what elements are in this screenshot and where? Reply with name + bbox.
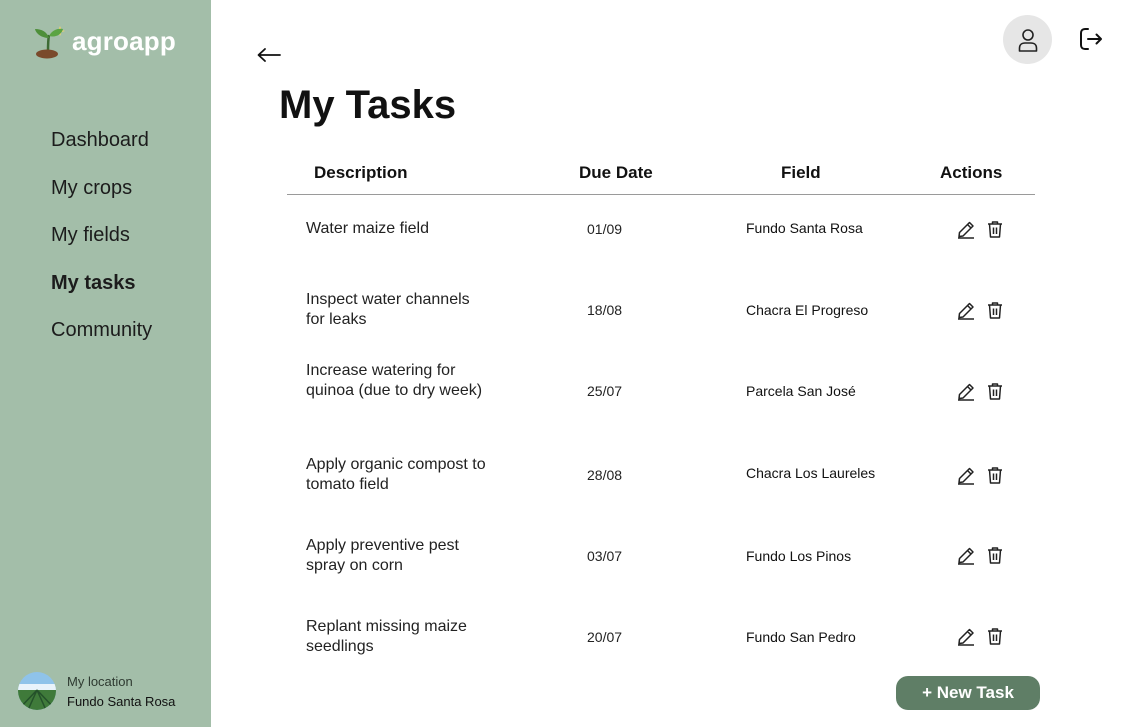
sidebar-item-community[interactable]: Community bbox=[51, 316, 152, 364]
pencil-icon bbox=[957, 467, 974, 485]
row-actions bbox=[955, 626, 1005, 647]
sidebar-item-my-crops[interactable]: My crops bbox=[51, 174, 152, 222]
task-due-date: 25/07 bbox=[587, 383, 623, 399]
page-title: My Tasks bbox=[279, 83, 457, 127]
edit-button[interactable] bbox=[955, 381, 976, 402]
edit-button[interactable] bbox=[955, 465, 976, 486]
delete-button[interactable] bbox=[984, 381, 1005, 402]
location-value: Fundo Santa Rosa bbox=[67, 693, 176, 709]
row-actions bbox=[955, 219, 1005, 240]
sidebar-item-my-fields[interactable]: My fields bbox=[51, 221, 152, 269]
sidebar: agroapp Dashboard My crops My fields My … bbox=[0, 0, 211, 727]
pencil-icon bbox=[957, 628, 974, 646]
task-due-date: 20/07 bbox=[587, 629, 623, 645]
sidebar-nav: Dashboard My crops My fields My tasks Co… bbox=[51, 126, 152, 364]
logout-button[interactable] bbox=[1077, 25, 1105, 53]
sidebar-item-my-tasks[interactable]: My tasks bbox=[51, 269, 152, 317]
task-due-date: 18/08 bbox=[587, 302, 623, 318]
row-actions bbox=[955, 381, 1005, 402]
trash-icon bbox=[987, 301, 1002, 319]
task-description: Water maize field bbox=[306, 220, 429, 237]
edit-button[interactable] bbox=[955, 626, 976, 647]
task-due-date: 03/07 bbox=[587, 548, 623, 564]
task-due-date: 01/09 bbox=[587, 221, 623, 237]
task-description: Apply preventive pest spray on corn bbox=[306, 537, 459, 574]
sprout-icon bbox=[35, 26, 65, 59]
task-due-date: 28/08 bbox=[587, 467, 623, 483]
main-content: My Tasks Description Due Date Field Acti… bbox=[211, 0, 1125, 727]
new-task-button[interactable]: + New Task bbox=[896, 676, 1040, 710]
task-description: Increase watering for quinoa (due to dry… bbox=[306, 362, 483, 399]
task-field: Chacra El Progreso bbox=[746, 302, 869, 318]
task-field: Chacra Los Laureles bbox=[746, 465, 876, 481]
pencil-icon bbox=[957, 221, 974, 239]
task-field: Fundo Los Pinos bbox=[746, 548, 852, 564]
delete-button[interactable] bbox=[984, 300, 1005, 321]
trash-icon bbox=[987, 627, 1002, 645]
location-label: My location bbox=[67, 673, 133, 689]
edit-button[interactable] bbox=[955, 545, 976, 566]
location-widget[interactable]: My location Fundo Santa Rosa bbox=[18, 672, 175, 710]
column-header-due-date: Due Date bbox=[579, 163, 653, 182]
column-header-actions: Actions bbox=[940, 163, 1003, 182]
table-header: Description Due Date Field Actions bbox=[287, 160, 1035, 195]
delete-button[interactable] bbox=[984, 545, 1005, 566]
back-button[interactable] bbox=[255, 40, 283, 68]
sidebar-item-dashboard[interactable]: Dashboard bbox=[51, 126, 152, 174]
profile-button[interactable] bbox=[1003, 15, 1052, 64]
user-icon bbox=[1018, 28, 1037, 52]
row-actions bbox=[955, 465, 1005, 486]
column-header-field: Field bbox=[781, 163, 821, 182]
task-field: Fundo San Pedro bbox=[746, 629, 856, 645]
delete-button[interactable] bbox=[984, 626, 1005, 647]
task-field: Parcela San José bbox=[746, 383, 856, 399]
trash-icon bbox=[987, 220, 1002, 238]
pencil-icon bbox=[957, 547, 974, 565]
row-actions bbox=[955, 300, 1005, 321]
delete-button[interactable] bbox=[984, 219, 1005, 240]
task-description: Apply organic compost to tomato field bbox=[306, 456, 486, 493]
edit-button[interactable] bbox=[955, 219, 976, 240]
arrow-left-icon bbox=[257, 48, 281, 62]
trash-icon bbox=[987, 546, 1002, 564]
column-header-description: Description bbox=[314, 163, 408, 182]
trash-icon bbox=[987, 466, 1002, 484]
delete-button[interactable] bbox=[984, 465, 1005, 486]
pencil-icon bbox=[957, 383, 974, 401]
app-logo[interactable]: agroapp bbox=[32, 22, 176, 60]
pencil-icon bbox=[957, 302, 974, 320]
task-field: Fundo Santa Rosa bbox=[746, 220, 863, 236]
task-description: Inspect water channels for leaks bbox=[306, 291, 470, 328]
logout-icon bbox=[1080, 28, 1102, 50]
row-actions bbox=[955, 545, 1005, 566]
trash-icon bbox=[987, 382, 1002, 400]
location-avatar bbox=[18, 672, 56, 710]
edit-button[interactable] bbox=[955, 300, 976, 321]
app-name: agroapp bbox=[72, 25, 176, 56]
task-description: Replant missing maize seedlings bbox=[306, 618, 467, 655]
